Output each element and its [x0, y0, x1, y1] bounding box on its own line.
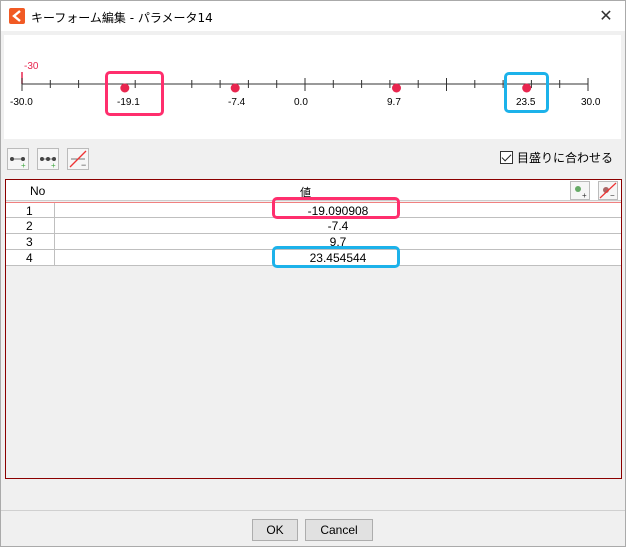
- keyform-edit-dialog: キーフォーム編集 - パラメータ14 ✕ -30 -30.0 30.0 -19.…: [0, 0, 626, 547]
- delete-row-icon: −: [599, 182, 617, 200]
- add-key-icon: +: [10, 157, 26, 170]
- key-label-2: -7.4: [228, 97, 246, 108]
- row-number: 3: [26, 235, 33, 249]
- snap-to-scale[interactable]: 目盛りに合わせる: [499, 149, 613, 166]
- key-label-4: 9.7: [387, 97, 401, 108]
- add-three-keys-icon: +: [40, 157, 56, 170]
- delete-all-keys-button[interactable]: −: [67, 148, 89, 170]
- key-label-3: 0.0: [294, 97, 308, 108]
- close-button[interactable]: ✕: [593, 5, 619, 27]
- delete-keys-icon: −: [69, 150, 87, 170]
- svg-text:−: −: [610, 191, 615, 199]
- column-header-no: No: [30, 184, 46, 198]
- delete-row-button[interactable]: −: [598, 181, 618, 200]
- app-logo-icon: [9, 8, 25, 24]
- add-row-icon: +: [575, 186, 587, 200]
- row-number: 1: [26, 204, 33, 218]
- key-markers[interactable]: [120, 83, 532, 93]
- current-value-label: -30: [24, 61, 39, 72]
- svg-text:+: +: [582, 191, 587, 199]
- svg-text:−: −: [81, 160, 86, 169]
- add-key-button[interactable]: +: [7, 148, 29, 170]
- table-row[interactable]: 2 -7.4: [6, 218, 621, 234]
- highlight-box-pink-row: [272, 197, 400, 219]
- highlight-box-blue-row: [272, 246, 400, 268]
- highlight-box-blue: [504, 72, 549, 113]
- svg-text:+: +: [21, 161, 26, 169]
- ruler-min-label: -30.0: [10, 97, 33, 108]
- cancel-button[interactable]: Cancel: [305, 519, 373, 541]
- row-number: 2: [26, 219, 33, 233]
- key-marker-2[interactable]: [230, 83, 240, 93]
- add-three-keys-button[interactable]: +: [37, 148, 59, 170]
- key-toolbar: + + − 目盛りに合わせる: [4, 143, 621, 175]
- add-row-button[interactable]: +: [570, 181, 590, 200]
- key-marker-3[interactable]: [392, 83, 402, 93]
- highlight-box-pink: [105, 71, 164, 116]
- close-icon: ✕: [599, 8, 613, 25]
- parameter-ruler[interactable]: -30 -30.0 30.0 -19.1 -7.4 0.0 9.7 23.5: [4, 35, 621, 139]
- title-bar: キーフォーム編集 - パラメータ14 ✕: [1, 1, 625, 31]
- window-title: キーフォーム編集 - パラメータ14: [31, 11, 213, 25]
- dialog-footer: OK Cancel: [1, 510, 625, 546]
- ruler-max-label: 30.0: [581, 97, 601, 108]
- snap-label: 目盛りに合わせる: [516, 151, 613, 165]
- row-number: 4: [26, 251, 33, 265]
- key-table: No 値 + − 1 -19.090908 2 -7.4 3 9.7 4 23.…: [5, 179, 622, 479]
- snap-checkbox[interactable]: [499, 151, 513, 164]
- ok-button[interactable]: OK: [252, 519, 298, 541]
- row-value[interactable]: -7.4: [55, 219, 621, 233]
- svg-text:+: +: [51, 161, 56, 169]
